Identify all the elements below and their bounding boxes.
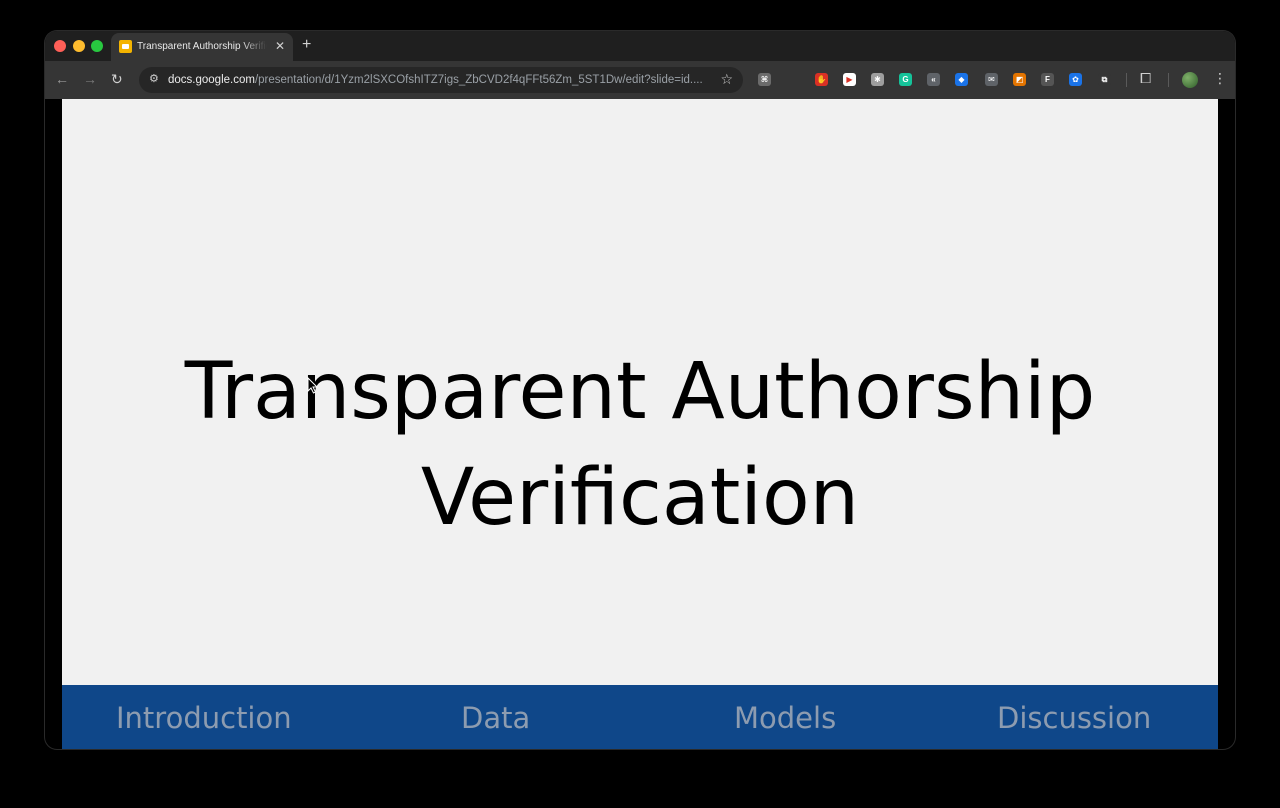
toolbar-divider <box>1126 73 1127 87</box>
ext-11-icon[interactable]: ✿ <box>1069 73 1082 86</box>
presentation-slide: Transparent Authorship Verification Intr… <box>62 99 1218 749</box>
mouse-pointer-icon <box>307 377 319 394</box>
profile-avatar[interactable] <box>1182 72 1198 88</box>
new-tab-icon[interactable]: + <box>302 36 311 54</box>
section-introduction[interactable]: Introduction <box>116 701 292 735</box>
minimize-window-button[interactable] <box>73 40 85 52</box>
tab-search-icon[interactable]: ⧠ <box>1140 70 1151 87</box>
extensions-puzzle-icon[interactable]: ⧉ <box>1098 73 1111 86</box>
address-bar[interactable]: ⚙ docs.google.com/presentation/d/1Yzm2lS… <box>139 67 743 93</box>
slide-title: Transparent Authorship Verification <box>62 339 1218 551</box>
url-path: /presentation/d/1Yzm2lSXCOfshITZ7igs_ZbC… <box>254 74 703 86</box>
section-navigation-bar: Introduction Data Models Discussion <box>62 685 1218 749</box>
tab-title: Transparent Authorship Verification <box>137 41 267 52</box>
slide-title-line-1: Transparent Authorship <box>184 347 1096 438</box>
ext-9-icon[interactable]: ◩ <box>1013 73 1026 86</box>
forward-arrow-icon[interactable]: → <box>83 71 97 87</box>
slide-title-line-2: Verification <box>420 453 860 544</box>
section-discussion[interactable]: Discussion <box>997 701 1151 735</box>
mail-icon[interactable]: ✉ <box>985 73 998 86</box>
ext-10-icon[interactable]: F <box>1041 73 1054 86</box>
section-data[interactable]: Data <box>461 701 530 735</box>
reload-icon[interactable]: ↻ <box>111 71 123 88</box>
close-window-button[interactable] <box>54 40 66 52</box>
browser-menu-icon[interactable]: ⋮ <box>1213 70 1227 87</box>
grammarly-icon[interactable]: G <box>899 73 912 86</box>
site-info-icon[interactable]: ⚙ <box>149 72 159 85</box>
ext-3-icon[interactable]: ▶ <box>843 73 856 86</box>
bookmark-star-icon[interactable]: ☆ <box>720 71 733 88</box>
ext-7-icon[interactable]: ◆ <box>955 73 968 86</box>
ext-2-icon[interactable]: ✋ <box>815 73 828 86</box>
url-text[interactable]: docs.google.com/presentation/d/1Yzm2lSXC… <box>168 74 713 86</box>
slides-favicon-icon <box>119 40 132 53</box>
back-arrow-icon[interactable]: ← <box>55 71 69 87</box>
tab-close-icon[interactable]: ✕ <box>275 39 285 53</box>
browser-toolbar: ← → ↻ ⚙ docs.google.com/presentation/d/1… <box>45 61 1235 99</box>
ext-1-icon[interactable]: ⌘ <box>758 73 771 86</box>
section-models[interactable]: Models <box>734 701 836 735</box>
maximize-window-button[interactable] <box>91 40 103 52</box>
ext-4-icon[interactable]: ✱ <box>871 73 884 86</box>
url-host: docs.google.com <box>168 74 255 86</box>
browser-window: Transparent Authorship Verification ✕ + … <box>45 31 1235 749</box>
tab-bar: Transparent Authorship Verification ✕ + <box>45 31 1235 61</box>
ext-6-icon[interactable]: « <box>927 73 940 86</box>
toolbar-divider <box>1168 73 1169 87</box>
tab-active[interactable]: Transparent Authorship Verification ✕ <box>111 33 293 61</box>
